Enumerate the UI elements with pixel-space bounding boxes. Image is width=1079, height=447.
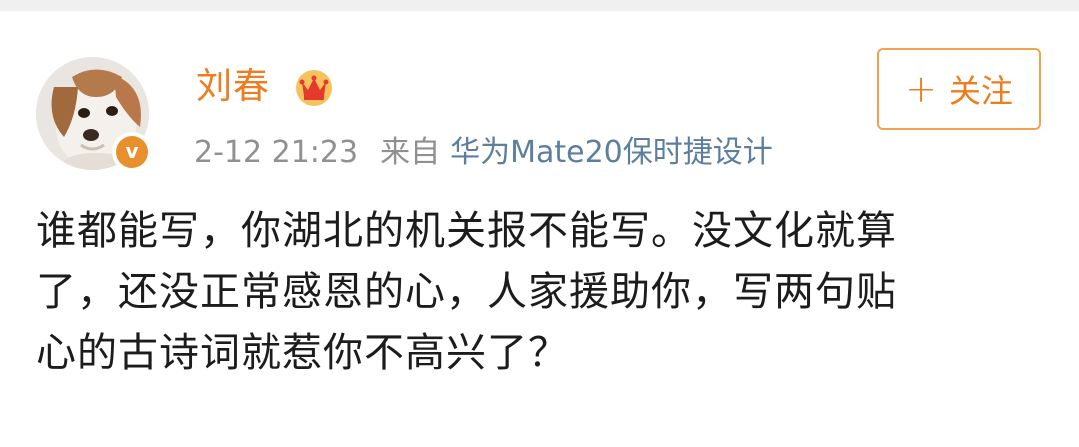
crown-icon	[296, 70, 332, 106]
username[interactable]: 刘春	[196, 66, 270, 108]
verified-v-icon: v	[112, 132, 152, 172]
post-content-line: 谁都能写，你湖北的机关报不能写。没文化就算	[36, 208, 897, 254]
post-content: 谁都能写，你湖北的机关报不能写。没文化就算 了，还没正常感恩的心，人家援助你，写…	[36, 201, 1051, 384]
post-meta: 2-12 21:23 来自 华为Mate20保时捷设计	[194, 136, 773, 170]
source-device-link[interactable]: 华为Mate20保时捷设计	[450, 135, 773, 170]
top-divider	[0, 0, 1079, 11]
post-content-line: 心的古诗词就惹你不高兴了？	[36, 330, 569, 376]
follow-button[interactable]: + 关注	[877, 48, 1041, 130]
follow-button-label: 关注	[948, 72, 1013, 110]
post-content-line: 了，还没正常感恩的心，人家援助你，写两句贴	[36, 269, 897, 315]
source-prefix: 来自	[380, 135, 441, 170]
post-timestamp: 2-12 21:23	[194, 135, 359, 170]
plus-icon: +	[905, 67, 937, 111]
